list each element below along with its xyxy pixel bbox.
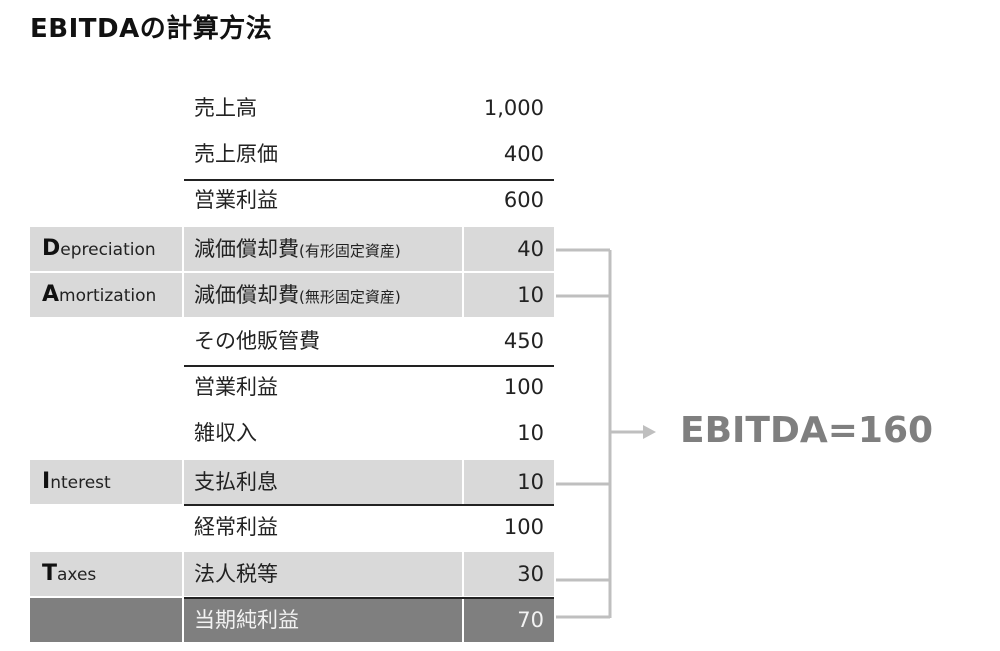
arrow-head-icon [643,425,656,439]
ebitda-result: EBITDA=160 [680,410,934,451]
connector-bracket [556,248,656,619]
